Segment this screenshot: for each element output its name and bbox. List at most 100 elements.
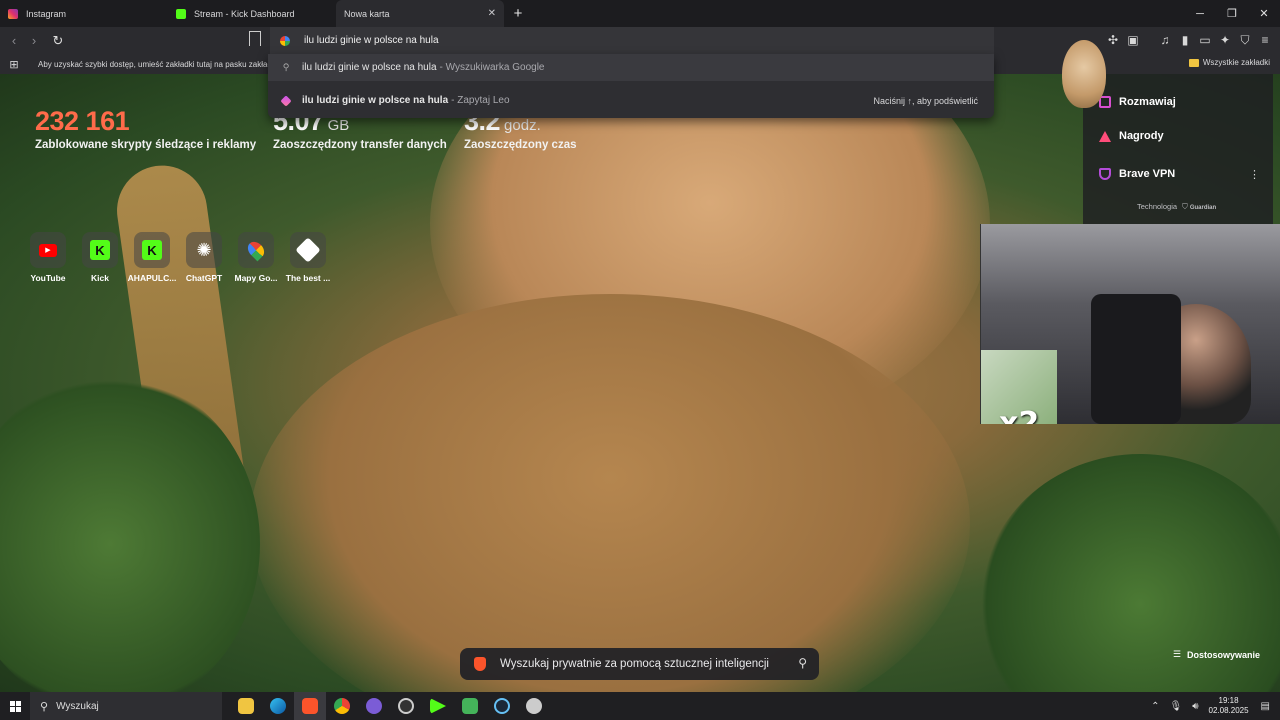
menu-icon[interactable]: ≡ — [1258, 30, 1272, 50]
leo-icon — [280, 94, 292, 107]
tile-maps[interactable]: Mapy Go... — [235, 232, 277, 283]
start-button[interactable] — [0, 692, 30, 720]
brave-widgets-panel: Rozmawiaj Nagrody Brave VPN ⋮ Technologi… — [1083, 74, 1273, 224]
suggestion-text: ilu ludzi ginie w polsce na hula — [302, 95, 449, 106]
tile-label: Mapy Go... — [234, 273, 278, 283]
clock[interactable]: 19:18 02.08.2025 — [1209, 696, 1249, 716]
ai-search-bar[interactable]: Wyszukaj prywatnie za pomocą sztucznej i… — [460, 648, 819, 680]
close-tab-icon[interactable]: ✕ — [488, 8, 496, 19]
steam-icon[interactable] — [486, 692, 518, 720]
forward-button[interactable]: › — [24, 31, 44, 51]
app-icon[interactable] — [518, 692, 550, 720]
bookmark-icon[interactable] — [249, 31, 261, 46]
taskbar-search-label: Wyszukaj — [56, 700, 99, 712]
apps-icon[interactable]: ⊞ — [0, 58, 28, 71]
brave-icon[interactable] — [294, 692, 326, 720]
multiplier-label: x2 — [999, 406, 1040, 424]
app-icon[interactable] — [454, 692, 486, 720]
app-icon[interactable] — [358, 692, 390, 720]
more-options-icon[interactable]: ⋮ — [1249, 168, 1260, 181]
window-controls: ─ ❐ ✕ — [1184, 0, 1280, 27]
kick-studio-icon[interactable] — [422, 692, 454, 720]
tech-brand: Guardian — [1189, 205, 1217, 211]
customize-button[interactable]: ☰ Dostosowywanie — [1173, 649, 1260, 660]
leo-icon[interactable]: ✦ — [1218, 30, 1232, 50]
all-bookmarks-label: Wszystkie zakładki — [1202, 58, 1270, 67]
tile-chatgpt[interactable]: ✺ ChatGPT — [184, 232, 224, 283]
back-button[interactable]: ‹ — [4, 31, 24, 51]
tile-ahapulco[interactable]: K AHAPULC... — [128, 232, 176, 283]
tab-kick-dashboard[interactable]: Stream - Kick Dashboard — [168, 0, 336, 27]
stat-unit: GB — [327, 117, 350, 134]
edge-icon[interactable] — [262, 692, 294, 720]
maps-icon — [238, 232, 274, 268]
address-bar[interactable]: ilu ludzi ginie w polsce na hula — [270, 27, 994, 54]
instagram-icon — [8, 8, 18, 19]
chatgpt-icon: ✺ — [186, 232, 222, 268]
widget-label: Brave VPN — [1119, 168, 1176, 180]
vpn-icon[interactable]: ⛉ — [1238, 30, 1252, 50]
stat-trackers: 232 161 Zablokowane skrypty śledzące i r… — [35, 106, 256, 151]
address-input[interactable]: ilu ludzi ginie w polsce na hula — [304, 35, 439, 46]
tab-strip: Instagram Stream - Kick Dashboard Nowa k… — [0, 0, 1280, 27]
reload-button[interactable]: ↻ — [48, 31, 68, 51]
new-tab-button[interactable]: + — [508, 4, 528, 24]
suggestion-google[interactable]: ⚲ ilu ludzi ginie w polsce na hula - Wys… — [268, 54, 994, 81]
tab-instagram[interactable]: Instagram — [0, 0, 168, 27]
folder-icon — [1188, 58, 1199, 67]
tech-label: Technologia — [1137, 202, 1178, 211]
all-bookmarks-button[interactable]: Wszystkie zakładki — [1188, 58, 1270, 67]
suggestion-leo[interactable]: ilu ludzi ginie w polsce na hula - Zapyt… — [268, 87, 994, 114]
suggestion-source: - Zapytaj Leo — [451, 95, 510, 106]
tile-label: ChatGPT — [185, 273, 223, 283]
search-icon[interactable]: ⚲ — [798, 656, 807, 670]
search-icon: ⚲ — [40, 700, 49, 713]
microphone-icon[interactable]: 🎙︎ — [1169, 701, 1182, 712]
tab-new-tab[interactable]: Nowa karta ✕ — [336, 0, 504, 27]
stat-label: Zaoszczędzony czas — [464, 139, 577, 151]
bookmarks-hint: Aby uzyskać szybki dostęp, umieść zakład… — [38, 59, 283, 69]
minimize-button[interactable]: ─ — [1184, 0, 1216, 27]
guardian-icon: ⛉ — [1182, 202, 1188, 211]
wallet-icon[interactable]: ▭ — [1198, 30, 1212, 50]
extensions-icon[interactable]: ✣ — [1106, 30, 1120, 50]
tile-the-best[interactable]: The best ... — [286, 232, 330, 283]
stat-label: Zablokowane skrypty śledzące i reklamy — [35, 139, 257, 151]
suggestion-hint: Naciśnij ↑, aby podświetlić — [873, 95, 978, 106]
file-explorer-icon[interactable] — [230, 692, 262, 720]
clock-date: 02.08.2025 — [1208, 706, 1249, 715]
kick-icon: K — [134, 232, 170, 268]
maximize-button[interactable]: ❐ — [1216, 0, 1248, 27]
volume-icon[interactable]: 🔊︎ — [1192, 701, 1198, 712]
sidebar-icon[interactable]: ▮ — [1178, 30, 1192, 50]
taskbar-search[interactable]: ⚲ Wyszukaj — [30, 692, 222, 720]
tab-title: Instagram — [26, 8, 67, 19]
notifications-icon[interactable]: ▤ — [1261, 701, 1270, 712]
tile-youtube[interactable]: ▶ YouTube — [28, 232, 68, 283]
close-window-button[interactable]: ✕ — [1248, 0, 1280, 27]
search-icon: ⚲ — [282, 62, 290, 72]
widget-label: Rozmawiaj — [1119, 96, 1176, 108]
customize-icon: ☰ — [1172, 649, 1181, 659]
rewards-icon — [1099, 130, 1111, 142]
obs-icon[interactable] — [390, 692, 422, 720]
tile-label: The best ... — [285, 273, 331, 283]
game-icon — [290, 232, 326, 268]
chevron-up-icon[interactable]: ⌃ — [1151, 701, 1159, 712]
widget-chat[interactable]: Rozmawiaj — [1099, 96, 1176, 108]
tab-title: Stream - Kick Dashboard — [194, 8, 295, 19]
tab-title: Nowa karta — [344, 8, 390, 19]
customize-label: Dostosowywanie — [1186, 649, 1260, 660]
tile-label: AHAPULC... — [127, 273, 177, 283]
media-icon[interactable]: ♫ — [1158, 30, 1172, 50]
brave-icon — [474, 657, 486, 671]
clock-time: 19:18 — [1218, 696, 1239, 705]
chrome-icon[interactable] — [326, 692, 358, 720]
tile-label: Kick — [91, 273, 109, 283]
widget-vpn[interactable]: Brave VPN — [1099, 168, 1175, 180]
tab-search-icon[interactable]: ▣ — [1126, 30, 1140, 50]
stat-value: 232 161 — [35, 106, 130, 136]
widget-rewards[interactable]: Nagrody — [1099, 130, 1164, 142]
taskbar-apps — [230, 692, 550, 720]
tile-kick[interactable]: K Kick — [80, 232, 120, 283]
